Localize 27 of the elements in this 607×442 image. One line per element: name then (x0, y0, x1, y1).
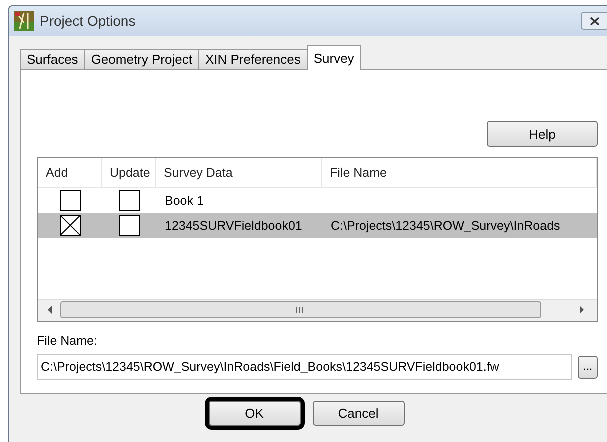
checkbox[interactable] (60, 190, 80, 211)
browse-button[interactable]: ... (578, 356, 598, 378)
column-header[interactable]: Update (102, 158, 156, 187)
column-header[interactable]: Add (38, 158, 102, 187)
app-icon (14, 11, 34, 31)
checkbox[interactable] (60, 215, 80, 236)
tab[interactable]: XIN Preferences (198, 49, 308, 70)
dialog-button[interactable]: Cancel (312, 401, 404, 426)
table-cell-text: 12345SURVFieldbook01 (164, 218, 304, 232)
tab[interactable]: Geometry Project (84, 49, 200, 70)
file-name-field[interactable]: C:\Projects\12345\ROW_Survey\InRoads\Field_Books\12345SURVFieldbook01.fw (37, 354, 572, 380)
checkbox[interactable] (118, 215, 140, 236)
checkbox[interactable] (118, 190, 140, 211)
column-header[interactable]: File Name (322, 158, 597, 187)
close-button[interactable] (581, 12, 607, 30)
file-name-label: File Name: (37, 334, 98, 348)
help-button[interactable]: Help (487, 121, 598, 147)
list-row[interactable]: 12345SURVFieldbook01 C:\Projects\12345\ROW_Survey\InRoads (38, 213, 597, 238)
list-row[interactable]: Book 1 (38, 188, 597, 213)
table-cell-text: Book 1 (164, 194, 205, 208)
window-title: Project Options (40, 13, 137, 29)
tab[interactable]: Survey (306, 45, 362, 70)
column-header[interactable]: Survey Data (156, 158, 322, 187)
table-cell-text: C:\Projects\12345\ROW_Survey\InRoads (330, 218, 562, 232)
horizontal-scrollbar[interactable] (38, 299, 597, 321)
tab[interactable]: Surfaces (20, 49, 86, 70)
close-icon (590, 16, 600, 26)
